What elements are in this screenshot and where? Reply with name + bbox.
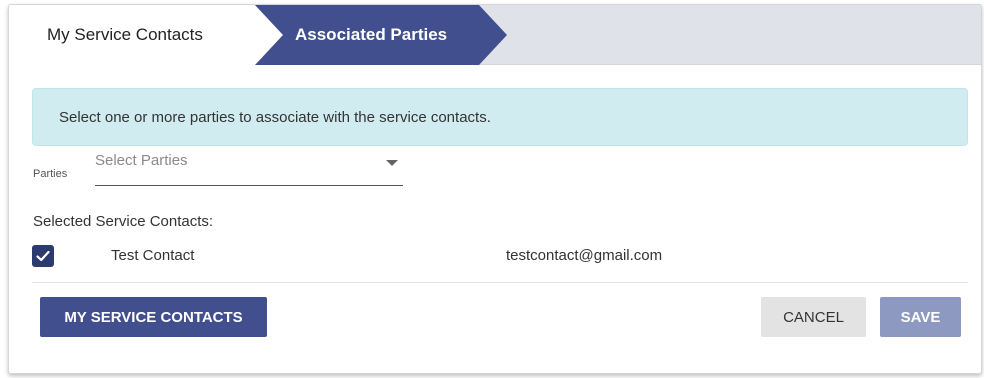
alert-message: Select one or more parties to associate …: [59, 108, 491, 126]
associate-parties-dialog: My Service Contacts Associated Parties S…: [8, 4, 982, 374]
divider: [32, 282, 968, 283]
contact-checkbox[interactable]: [32, 245, 54, 267]
checkmark-icon: [36, 250, 50, 262]
step-label: Associated Parties: [295, 25, 448, 44]
contact-name: Test Contact: [111, 247, 195, 264]
contact-email: testcontact@gmail.com: [506, 247, 663, 264]
step-associated-parties[interactable]: Associated Parties: [255, 5, 507, 65]
selected-contacts-heading: Selected Service Contacts:: [33, 213, 214, 230]
parties-label: Parties: [33, 168, 68, 180]
parties-placeholder: Select Parties: [95, 152, 188, 169]
caret-down-icon[interactable]: [386, 160, 398, 166]
cancel-button[interactable]: CANCEL: [761, 297, 866, 337]
info-alert: Select one or more parties to associate …: [32, 88, 968, 146]
step-my-service-contacts[interactable]: My Service Contacts: [9, 5, 283, 65]
step-label: My Service Contacts: [47, 25, 203, 44]
contact-row: Test Contact testcontact@gmail.com: [9, 242, 981, 272]
stepper: My Service Contacts Associated Parties: [9, 5, 981, 65]
my-service-contacts-button[interactable]: MY SERVICE CONTACTS: [40, 297, 267, 337]
save-button[interactable]: SAVE: [880, 297, 961, 337]
parties-select[interactable]: Select Parties: [95, 150, 403, 186]
